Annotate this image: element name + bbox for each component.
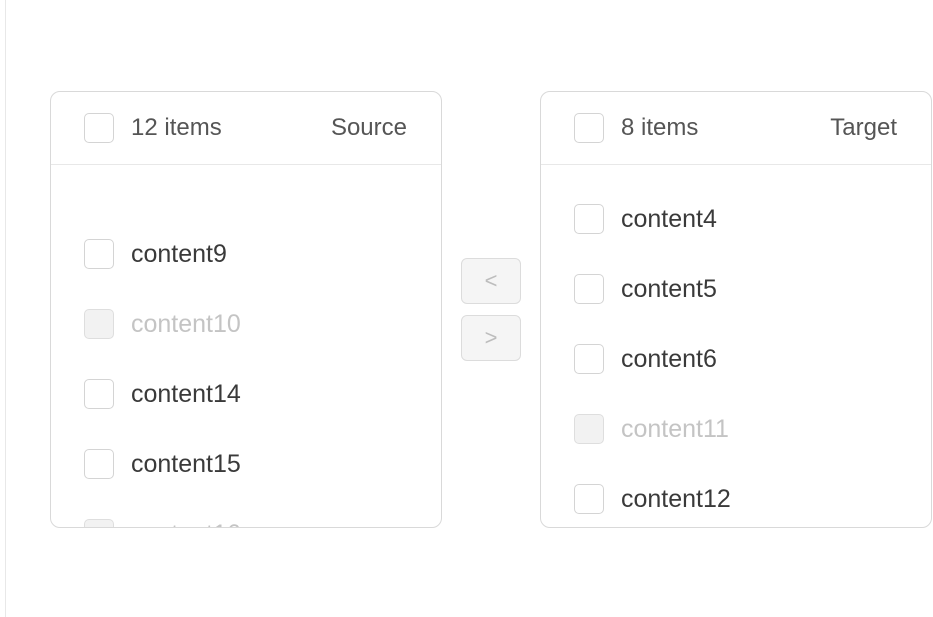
target-title: Target: [830, 114, 897, 141]
target-item-checkbox[interactable]: [574, 484, 604, 514]
target-item: content11: [574, 409, 729, 449]
source-title: Source: [330, 114, 407, 141]
target-item-checkbox[interactable]: [574, 204, 604, 234]
target-item-label: content4: [621, 204, 717, 233]
source-item-checkbox: [84, 309, 114, 339]
move-to-target-button[interactable]: >: [461, 315, 521, 361]
target-item-label: content12: [621, 484, 731, 513]
target-header: 8 items Target: [541, 92, 931, 165]
source-item-checkbox[interactable]: [84, 449, 114, 479]
target-item-label: content5: [621, 274, 717, 303]
target-item[interactable]: content5: [574, 269, 717, 309]
source-item: content10: [84, 304, 241, 344]
source-item-label: content16: [131, 520, 241, 528]
source-item-checkbox[interactable]: [84, 379, 114, 409]
target-item-checkbox: [574, 414, 604, 444]
chevron-right-icon: >: [484, 325, 498, 350]
target-item[interactable]: content4: [574, 199, 717, 239]
source-select-all-checkbox[interactable]: [84, 113, 114, 143]
source-item-label: content14: [131, 379, 241, 408]
source-item[interactable]: content9: [84, 234, 227, 274]
target-select-all-checkbox[interactable]: [574, 113, 604, 143]
chevron-left-icon: <: [484, 268, 498, 293]
source-header: 12 items Source: [51, 92, 441, 165]
source-item-label: content9: [131, 239, 227, 268]
source-count: 12 items: [131, 114, 222, 141]
source-item-checkbox: [84, 519, 114, 527]
target-item[interactable]: content6: [574, 339, 717, 379]
source-item[interactable]: content15: [84, 444, 241, 484]
target-item-label: content11: [621, 414, 729, 443]
source-list[interactable]: content8 content9 content10 content14 co…: [51, 165, 441, 527]
source-item-label: content15: [131, 449, 241, 478]
target-item[interactable]: content12: [574, 479, 731, 519]
source-item[interactable]: content14: [84, 374, 241, 414]
target-item-checkbox[interactable]: [574, 344, 604, 374]
source-panel: 12 items Source content8 content9 conten…: [50, 91, 442, 528]
target-item-label: content6: [621, 344, 717, 373]
move-to-source-button[interactable]: <: [461, 258, 521, 304]
source-item-label: content10: [131, 309, 241, 338]
source-item-checkbox[interactable]: [84, 239, 114, 269]
target-panel: 8 items Target content4 content5 content…: [540, 91, 932, 528]
source-item: content16: [84, 514, 241, 527]
target-count: 8 items: [621, 114, 699, 141]
target-list[interactable]: content4 content5 content6 content11 con…: [541, 165, 931, 527]
target-item-checkbox[interactable]: [574, 274, 604, 304]
